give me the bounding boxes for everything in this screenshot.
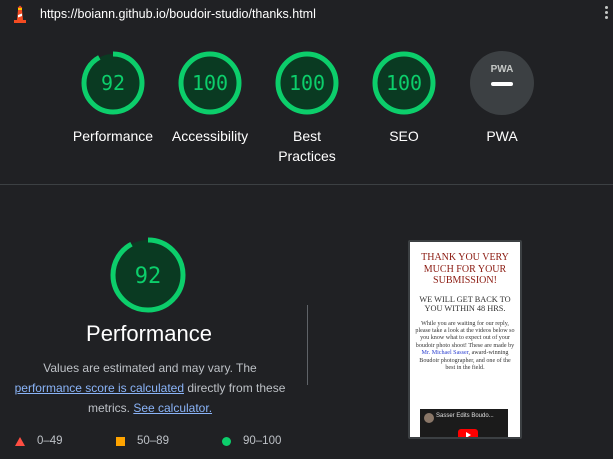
legend-range: 0–49 <box>37 435 63 447</box>
gauge-performance[interactable]: 92 Performance <box>65 50 161 146</box>
gauge-pwa[interactable]: PWA PWA <box>454 50 550 146</box>
score-gauge: 92 <box>110 237 186 313</box>
description-text: Values are estimated and may vary. The <box>43 361 257 375</box>
performance-gauge: 92 <box>108 235 188 315</box>
score-calculation-link[interactable]: performance score is calculated <box>15 381 184 395</box>
gauge-label: Performance <box>72 128 154 144</box>
score-gauge: 92 <box>81 51 145 115</box>
screenshot-body: While you are waiting for our reply, ple… <box>415 320 515 371</box>
score-value: 100 <box>192 71 228 95</box>
see-calculator-link[interactable]: See calculator. <box>133 401 212 415</box>
gauge-seo[interactable]: 100 SEO <box>356 50 452 146</box>
score-value: 100 <box>386 71 422 95</box>
gauge-label: Accessibility <box>171 128 249 144</box>
kebab-menu-icon[interactable] <box>603 4 609 24</box>
category-title: Performance <box>86 321 212 346</box>
address-bar: https://boiann.github.io/boudoir-studio/… <box>0 0 613 28</box>
score-value: 92 <box>135 264 162 289</box>
score-gauge: 100 <box>372 51 436 115</box>
avatar <box>424 413 434 423</box>
pwa-badge-text: PWA <box>491 64 514 75</box>
video-title: Sasser Edits Boudo... <box>436 413 494 419</box>
score-value: 92 <box>101 71 125 95</box>
section-divider <box>0 184 613 185</box>
screenshot-heading: THANK YOU VERY MUCH FOR YOUR SUBMISSION! <box>421 252 509 286</box>
lighthouse-icon <box>14 5 26 23</box>
gauge-label: PWA <box>486 128 518 144</box>
score-value: 100 <box>289 71 325 95</box>
gauge-label: SEO <box>389 128 419 144</box>
legend-item-fail: 0–49 <box>15 435 63 447</box>
score-legend: 0–49 50–89 90–100 <box>0 430 613 454</box>
legend-item-average: 50–89 <box>116 435 169 447</box>
page-url[interactable]: https://boiann.github.io/boudoir-studio/… <box>40 7 316 21</box>
circle-icon <box>222 436 231 446</box>
category-description: Values are estimated and may vary. The p… <box>14 358 286 418</box>
square-icon <box>116 436 125 446</box>
gauge-accessibility[interactable]: 100 Accessibility <box>162 50 258 146</box>
score-summary: 92 Performance 100 Accessibility 100 Bes… <box>0 28 613 184</box>
legend-item-pass: 90–100 <box>222 435 281 447</box>
legend-range: 90–100 <box>243 435 282 447</box>
final-screenshot: THANK YOU VERY MUCH FOR YOUR SUBMISSION!… <box>408 240 522 439</box>
gauge-best-practices[interactable]: 100 Best Practices <box>259 50 355 166</box>
triangle-icon <box>15 436 25 446</box>
legend-range: 50–89 <box>137 435 169 447</box>
screenshot-subheading: WE WILL GET BACK TO YOU WITHIN 48 HRS. <box>419 294 511 314</box>
gauge-label: Best Practices <box>278 128 336 164</box>
score-gauge: 100 <box>178 51 242 115</box>
pwa-badge-icon: PWA <box>470 51 534 115</box>
score-gauge: 100 <box>275 51 339 115</box>
vertical-divider <box>307 305 308 385</box>
